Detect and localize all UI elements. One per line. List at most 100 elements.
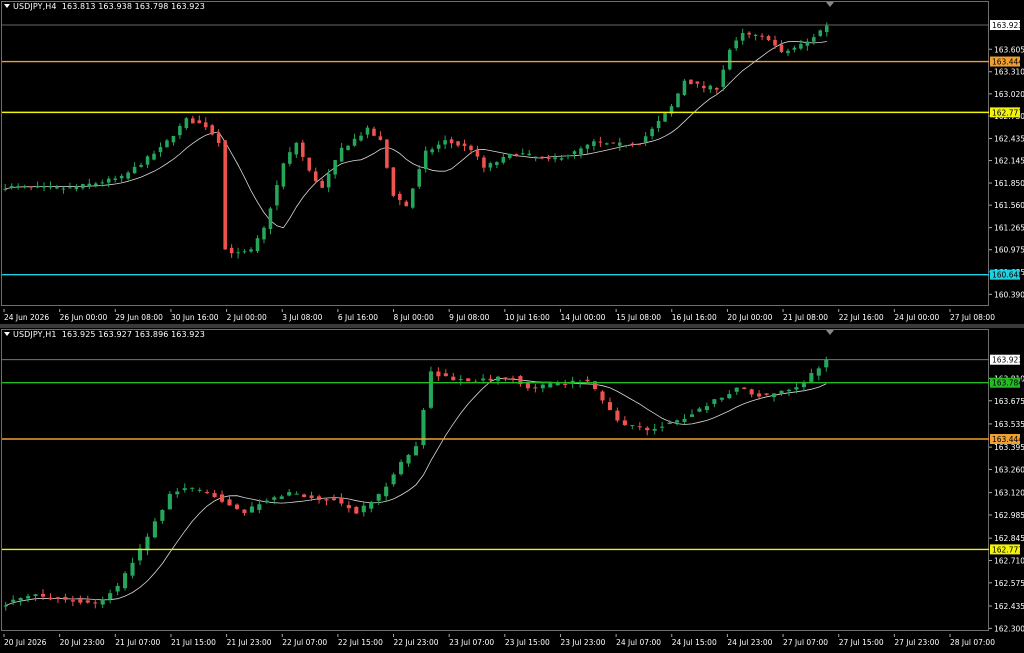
h1-x-tick-label: 22 Jul 23:00 [394,638,439,647]
h1-x-tick-label: 24 Jul 07:00 [616,638,661,647]
dropdown-triangle-icon[interactable] [4,332,10,336]
h1-x-tick-label: 23 Jul 15:00 [505,638,550,647]
h1-candle-body [137,548,143,561]
h1-candle-body [220,494,225,502]
h1-candle-body [234,504,240,509]
h4-candle-body [352,138,357,146]
h4-candle-body [281,163,286,187]
h1-candle-body [18,598,23,601]
h4-candle-body [721,69,726,87]
chart-shift-marker-icon[interactable] [826,330,834,335]
h1-candle-body [727,394,732,399]
h4-y-tick-label: 161.560 [994,201,1024,210]
h1-candle-body [167,493,172,510]
h1-y-tick-label: 162.435 [994,602,1024,611]
h1-x-tick-label: 22 Jul 15:00 [338,638,383,647]
h4-candle-body [605,143,609,145]
h1-candle-body [630,425,635,427]
h4-ohlc-text: USDJPY,H4 163.813 163.938 163.798 163.92… [13,2,205,11]
h1-candle-body [719,397,724,400]
h1-candle-body [227,499,232,506]
h4-candle-body [423,150,428,170]
h1-candle-body [212,493,217,498]
h4-candle-body [48,186,53,188]
h1-price-chart[interactable]: 163.810163.675163.535163.395163.260163.1… [0,328,1024,653]
h1-y-tick-label: 163.675 [994,397,1024,406]
h1-candle-body [309,495,314,499]
h4-candle-body [430,149,434,153]
h4-candle-body [249,249,253,252]
h1-candle-body [443,373,448,377]
h1-candle-body [451,376,456,381]
h1-candle-body [205,492,210,494]
h1-chart-window[interactable]: 163.810163.675163.535163.395163.260163.1… [0,328,1024,653]
h4-x-tick-label: 9 Jul 08:00 [449,313,489,322]
h4-candle-body [378,136,383,140]
h1-candle-body [272,497,277,500]
h4-candle-body [475,150,480,157]
h4-candle-body [624,145,629,147]
h4-candle-body [488,163,493,168]
h4-candle-body [301,142,305,157]
h1-candle-body [197,489,202,491]
chart-shift-marker-icon[interactable] [826,2,834,7]
h1-candle-body [824,359,829,368]
h1-candle-body [488,378,493,381]
h4-candle-body [268,208,273,230]
h1-candle-body [145,536,150,551]
h1-candle-body [585,379,590,382]
h1-candle-body [801,383,806,388]
h4-candle-body [74,186,79,190]
h4-candle-body [753,34,758,36]
h4-candle-body [404,201,409,207]
h4-candle-body [792,47,797,50]
h4-candle-body [546,157,551,159]
h4-candle-body [449,139,454,144]
h1-candle-body [354,506,359,514]
h4-y-tick-label: 163.605 [994,45,1024,54]
h4-x-tick-label: 20 Jul 00:00 [727,313,772,322]
h4-candle-body [191,118,195,124]
h1-candle-body [615,410,620,421]
h1-candle-body [391,474,396,485]
h1-level-label-163.444: 163.444 [992,435,1023,444]
h4-candle-body [106,178,111,183]
h4-x-tick-label: 10 Jul 16:00 [505,313,550,322]
h4-candle-body [663,113,667,122]
h1-candle-body [481,378,486,381]
h1-y-tick-label: 162.845 [994,534,1024,543]
h1-candle-body [160,510,165,521]
h4-candle-body [533,156,538,158]
dropdown-triangle-icon[interactable] [4,4,10,8]
h1-y-tick-label: 163.260 [994,465,1024,474]
h4-candle-body [294,142,299,155]
h1-level-label-163.784: 163.784 [992,379,1023,388]
h4-chart-window[interactable]: 163.605163.310163.020162.730162.435162.1… [0,0,1024,324]
h4-candle-body [158,147,163,153]
h1-y-tick-label: 162.575 [994,579,1024,588]
h1-candle-body [466,378,471,382]
h1-candle-body [637,426,642,428]
h1-candle-body [757,393,762,397]
h1-candle-body [264,500,269,503]
h4-price-chart[interactable]: 163.605163.310163.020162.730162.435162.1… [0,0,1024,324]
h1-candle-body [26,596,31,599]
h4-candle-body [326,173,331,188]
h1-x-tick-label: 20 Jul 2026 [4,638,47,647]
h1-candle-body [600,391,605,401]
h1-candle-body [182,488,187,491]
h1-x-tick-label: 21 Jul 15:00 [171,638,216,647]
h1-candle-body [190,487,195,489]
h1-x-tick-label: 24 Jul 23:00 [727,638,772,647]
h1-x-tick-label: 21 Jul 07:00 [115,638,160,647]
h4-candle-body [216,133,221,143]
h1-candle-body [786,389,792,392]
h4-x-tick-label: 16 Jul 16:00 [672,313,717,322]
h4-candle-body [9,186,14,188]
h4-candle-body [178,126,182,136]
h4-candle-body [572,151,577,154]
h1-candle-body [40,593,46,597]
h4-candle-body [617,142,622,146]
h4-candle-body [482,157,486,168]
h4-candle-body [398,193,402,200]
